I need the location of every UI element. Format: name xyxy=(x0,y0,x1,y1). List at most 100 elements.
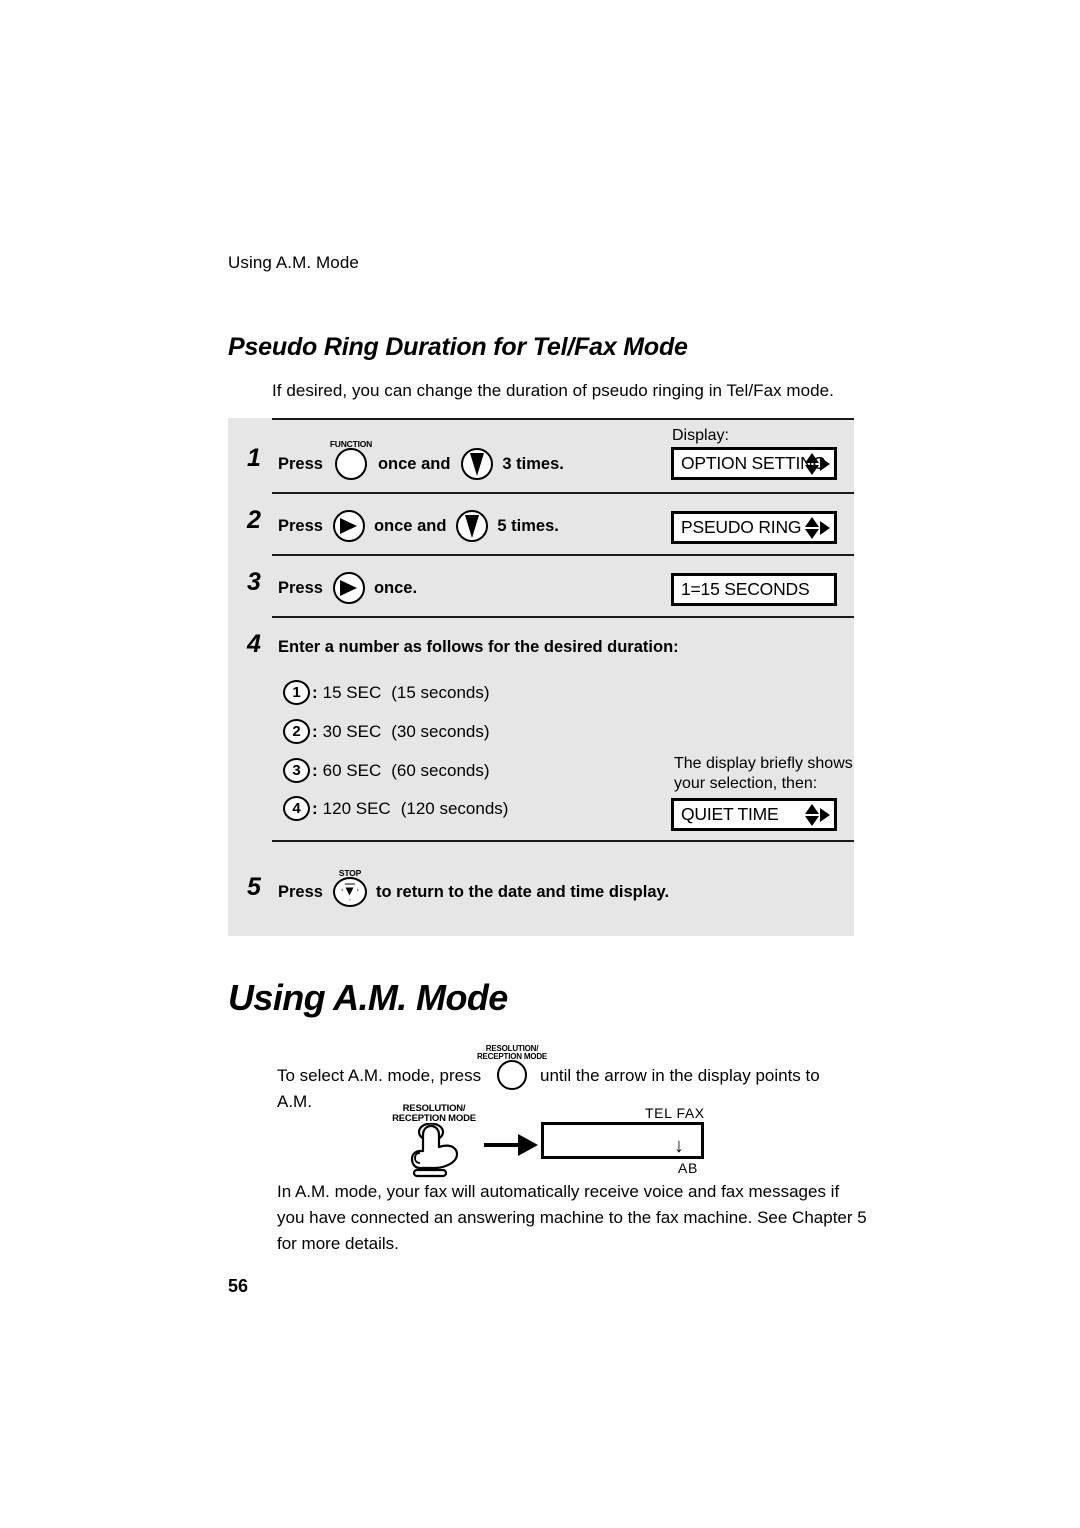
up-down-arrow-icon xyxy=(805,452,819,476)
down-arrow-button-icon[interactable] xyxy=(461,448,494,480)
duration-option-row: 1 : 15 SEC (15 seconds) xyxy=(283,680,490,705)
key-label-line2: RECEPTION MODE xyxy=(476,1051,548,1061)
step-1-mid-text: once and xyxy=(377,454,451,473)
display-top-label: TEL FAX xyxy=(645,1105,705,1121)
numeric-key-1-icon[interactable]: 1 xyxy=(283,680,310,705)
function-button-label: FUNCTION xyxy=(329,439,373,450)
duration-option-row: 4 : 120 SEC (120 seconds) xyxy=(283,796,508,821)
steps-panel: 1 Press FUNCTION once and 3 times. 2 Pre… xyxy=(228,418,854,936)
am-mode-closing-line2: you have connected an answering machine … xyxy=(277,1208,867,1227)
step-3-tail-text: once. xyxy=(373,578,418,597)
resolution-reception-mode-button-inline[interactable]: RESOLUTION/ RECEPTION MODE xyxy=(477,1044,547,1090)
option-3-paren: (60 seconds) xyxy=(391,760,490,780)
am-mode-paragraph-line2: A.M. xyxy=(277,1092,312,1111)
step-number-2: 2 xyxy=(247,506,261,534)
step-number-1: 1 xyxy=(247,444,261,472)
section-heading: Pseudo Ring Duration for Tel/Fax Mode xyxy=(228,333,688,361)
right-arrow-button-icon[interactable] xyxy=(332,572,365,604)
stop-hexagon-glyph xyxy=(341,883,359,901)
option-colon: : xyxy=(312,798,318,818)
display-note-line2: your selection, then: xyxy=(674,774,818,792)
numeric-key-4-icon[interactable]: 4 xyxy=(283,796,310,821)
lcd-text: OPTION SETTING xyxy=(681,453,826,473)
lcd-text: QUIET TIME xyxy=(681,804,779,824)
section-intro-text: If desired, you can change the duration … xyxy=(272,381,834,400)
step-1-body: Press FUNCTION once and 3 times. xyxy=(278,440,564,480)
step-number-5: 5 xyxy=(247,873,261,901)
down-triangle-glyph xyxy=(465,515,480,538)
step-1-press-label: Press xyxy=(278,454,323,473)
step-divider xyxy=(272,418,854,420)
pointing-hand-icon xyxy=(410,1123,459,1178)
am-mode-paragraph-line1-after: until the arrow in the display points to xyxy=(540,1066,820,1085)
step-2-press-label: Press xyxy=(278,516,323,535)
document-page: Using A.M. Mode Pseudo Ring Duration for… xyxy=(0,0,1080,1528)
lcd-arrow-indicators xyxy=(805,452,830,476)
chapter-title: Using A.M. Mode xyxy=(228,977,508,1018)
step-number-3: 3 xyxy=(247,568,261,596)
option-colon: : xyxy=(312,721,318,741)
right-triangle-glyph xyxy=(339,580,357,596)
step-5-tail-text: to return to the date and time display. xyxy=(375,882,670,901)
step-number-4: 4 xyxy=(247,630,261,658)
down-arrow-button-icon[interactable] xyxy=(456,510,489,542)
option-1-value: 15 SEC xyxy=(322,682,382,702)
lcd-pseudo-ring: PSEUDO RING xyxy=(671,511,837,544)
down-triangle-glyph xyxy=(470,453,485,476)
option-colon: : xyxy=(312,682,318,702)
numeric-key-2-icon[interactable]: 2 xyxy=(283,719,310,744)
right-triangle-glyph xyxy=(339,518,357,534)
display-column-label: Display: xyxy=(672,427,729,444)
lcd-option-setting: OPTION SETTING xyxy=(671,447,837,480)
right-arrow-button-icon[interactable] xyxy=(332,510,365,542)
step-5-press-label: Press xyxy=(278,882,323,901)
display-note: The display briefly shows your selection… xyxy=(674,754,853,793)
option-3-value: 60 SEC xyxy=(322,760,382,780)
option-4-paren: (120 seconds) xyxy=(400,798,509,818)
option-2-value: 30 SEC xyxy=(322,721,382,741)
am-mode-closing-line3: for more details. xyxy=(277,1234,399,1253)
step-3-body: Press once. xyxy=(278,572,417,604)
step-5-body: Press STOP to return to the date and tim… xyxy=(278,869,670,907)
lcd-arrow-indicators xyxy=(805,516,830,540)
option-colon: : xyxy=(312,760,318,780)
step-4-instruction: Enter a number as follows for the desire… xyxy=(278,638,679,656)
right-caret-icon xyxy=(820,807,830,822)
duration-option-row: 2 : 30 SEC (30 seconds) xyxy=(283,719,490,744)
step-3-press-label: Press xyxy=(278,578,323,597)
right-caret-icon xyxy=(820,456,830,471)
duration-option-row: 3 : 60 SEC (60 seconds) xyxy=(283,758,490,783)
display-note-line1: The display briefly shows xyxy=(674,755,853,772)
step-divider xyxy=(272,616,854,618)
lcd-quiet-time: QUIET TIME xyxy=(671,798,837,831)
resolution-reception-mode-button-icon[interactable]: RESOLUTION/ RECEPTION MODE xyxy=(477,1044,547,1090)
function-button-icon[interactable]: FUNCTION xyxy=(330,440,372,480)
lcd-arrow-indicators xyxy=(805,803,830,827)
running-head: Using A.M. Mode xyxy=(228,253,359,272)
step-2-tail-text: 5 times. xyxy=(497,516,559,535)
step-divider xyxy=(272,840,854,842)
am-mode-closing-line1: In A.M. mode, your fax will automaticall… xyxy=(277,1182,840,1201)
numeric-key-3-icon[interactable]: 3 xyxy=(283,758,310,783)
lcd-text: 1=15 SECONDS xyxy=(681,579,810,599)
step-1-tail-text: 3 times. xyxy=(502,454,564,473)
option-2-paren: (30 seconds) xyxy=(391,721,490,741)
display-pointer-arrow: ↓ xyxy=(674,1135,684,1157)
figure-right-arrow-icon xyxy=(484,1134,538,1156)
option-1-paren: (15 seconds) xyxy=(391,682,490,702)
step-2-mid-text: once and xyxy=(373,516,447,535)
stop-button-label: STOP xyxy=(338,868,362,879)
up-down-arrow-icon xyxy=(805,516,819,540)
right-caret-icon xyxy=(820,520,830,535)
resolution-reception-mode-button-label: RESOLUTION/ RECEPTION MODE xyxy=(476,1044,548,1061)
page-number: 56 xyxy=(228,1276,249,1296)
am-mode-paragraph-line1-before: To select A.M. mode, press xyxy=(277,1066,482,1085)
step-divider xyxy=(272,554,854,556)
lcd-seconds-prompt: 1=15 SECONDS xyxy=(671,573,837,606)
step-2-body: Press once and 5 times. xyxy=(278,510,559,542)
stop-button-icon[interactable]: STOP xyxy=(332,869,367,907)
figure-button-label: RESOLUTION/ RECEPTION MODE xyxy=(386,1103,482,1125)
display-bottom-label: AB xyxy=(678,1160,698,1176)
lcd-text: PSEUDO RING xyxy=(681,517,802,537)
option-4-value: 120 SEC xyxy=(322,798,391,818)
